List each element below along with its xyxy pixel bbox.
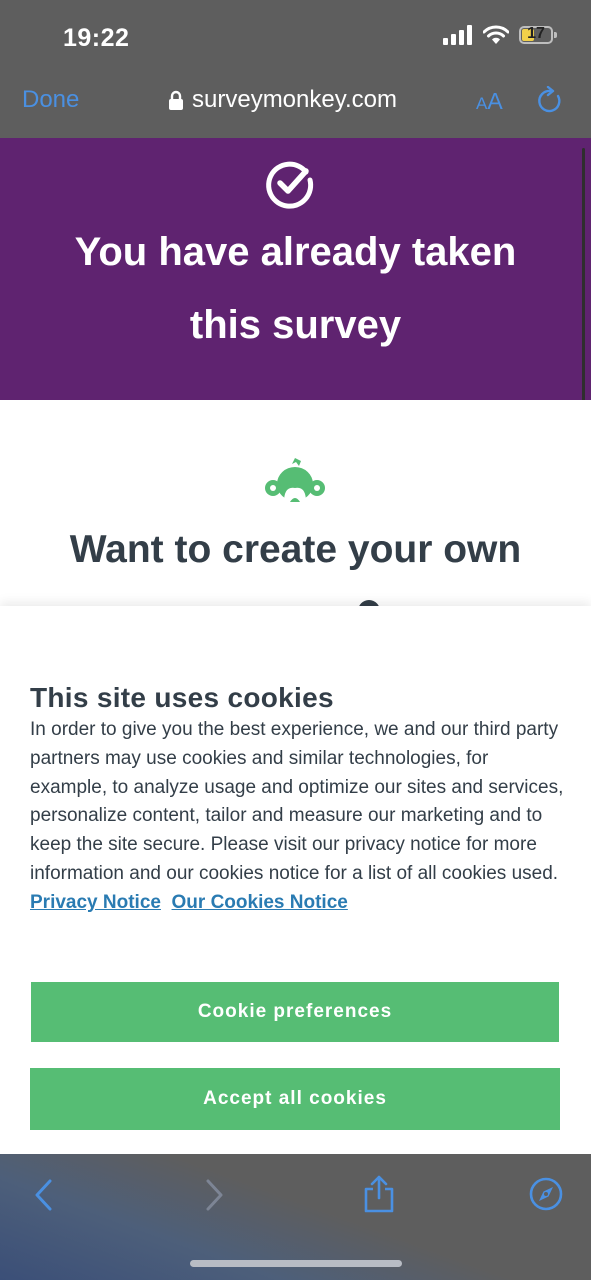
- battery-icon: 17: [519, 25, 557, 44]
- page-scrollbar[interactable]: [582, 148, 585, 404]
- lock-icon: [169, 90, 183, 110]
- text-size-small: A: [476, 94, 488, 113]
- home-indicator[interactable]: [190, 1260, 402, 1267]
- main-content: Want to create your own: [0, 400, 591, 606]
- signal-icon: [443, 25, 472, 45]
- back-icon[interactable]: [30, 1178, 58, 1212]
- done-button[interactable]: Done: [22, 86, 79, 114]
- privacy-notice-link[interactable]: Privacy Notice: [30, 892, 161, 913]
- compass-icon[interactable]: [528, 1176, 564, 1212]
- check-circle-icon: [266, 161, 314, 209]
- battery-level: 17: [527, 25, 545, 42]
- cookie-preferences-button[interactable]: Cookie preferences: [31, 982, 559, 1042]
- forward-icon: [206, 1179, 223, 1211]
- banner-title: You have already taken this survey: [74, 230, 517, 347]
- status-icons: 17: [443, 25, 557, 45]
- cookie-title: This site uses cookies: [30, 682, 334, 713]
- text-size-large: A: [487, 88, 503, 114]
- cookies-notice-link[interactable]: Our Cookies Notice: [172, 892, 348, 913]
- status-time: 19:22: [63, 24, 130, 52]
- wifi-icon: [483, 25, 509, 44]
- cookie-body-text: In order to give you the best experience…: [30, 719, 564, 884]
- browser-bottom-bar: [0, 1154, 591, 1280]
- accept-all-cookies-button[interactable]: Accept all cookies: [30, 1068, 560, 1130]
- share-icon[interactable]: [362, 1174, 396, 1214]
- address-bar[interactable]: surveymonkey.com: [168, 86, 397, 114]
- cookie-consent-panel: This site uses cookies In order to give …: [0, 606, 591, 1154]
- browser-toolbar: Done surveymonkey.com AA: [0, 72, 591, 138]
- url-text: surveymonkey.com: [192, 86, 397, 113]
- status-bar: 19:22 17: [0, 0, 591, 72]
- create-survey-heading: Want to create your own: [69, 528, 522, 571]
- survey-taken-banner: You have already taken this survey: [0, 138, 591, 400]
- cookie-description: In order to give you the best experience…: [30, 716, 570, 918]
- reload-icon[interactable]: [536, 86, 564, 116]
- text-size-button[interactable]: AA: [476, 88, 503, 115]
- surveymonkey-logo-icon: [265, 458, 325, 502]
